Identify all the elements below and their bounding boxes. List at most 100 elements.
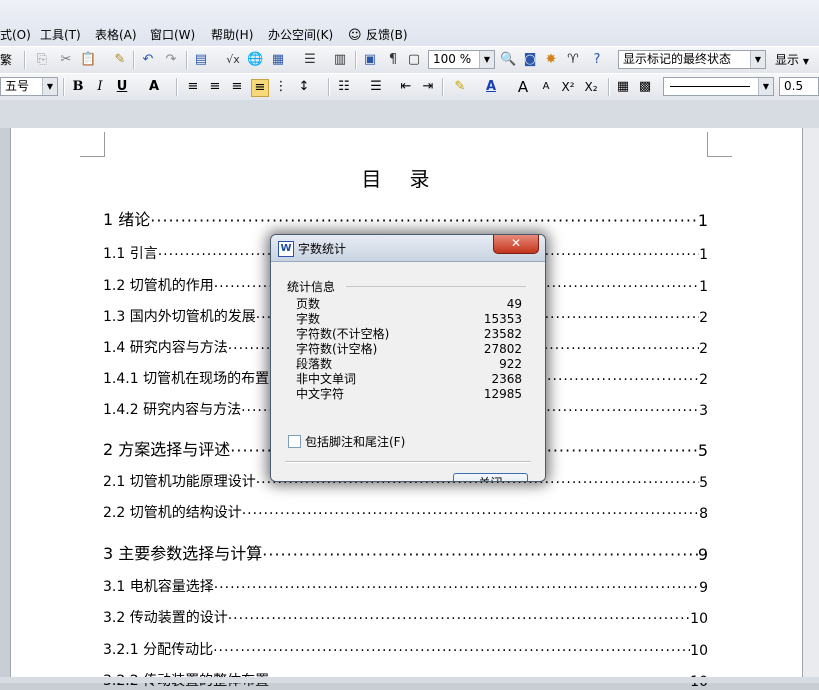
stat-row: 字符数(计空格) 27802	[296, 342, 522, 357]
stat-value: 922	[499, 357, 522, 371]
justify-icon[interactable]: ≡	[251, 79, 269, 97]
align-right-icon[interactable]: ≡	[229, 79, 245, 95]
toc-entry[interactable]: 2.2 切管机的结构设计 8	[103, 502, 708, 522]
stat-value: 2368	[491, 372, 522, 386]
include-footnotes-checkbox[interactable]	[288, 435, 301, 448]
stat-value: 23582	[483, 327, 522, 341]
show-menu-label: 显示	[775, 53, 800, 67]
toc-entry-page: 10	[690, 611, 708, 627]
toc-leader-dots	[214, 580, 699, 596]
template-icon[interactable]: ♈	[565, 52, 581, 68]
markup-view-select[interactable]: 显示标记的最终状态 ▼	[618, 50, 766, 69]
toc-entry[interactable]: 1 绪论 1	[103, 206, 708, 230]
show-marks-icon[interactable]: ¶	[385, 52, 401, 68]
chart-icon[interactable]: ▥	[332, 52, 348, 68]
paste-icon[interactable]: 📋	[80, 52, 96, 68]
chevron-down-icon[interactable]: ▼	[42, 78, 57, 95]
align-left-icon[interactable]: ≡	[185, 79, 201, 95]
chevron-down-icon[interactable]: ▼	[479, 51, 494, 68]
help-book-icon[interactable]: ◙	[522, 52, 538, 68]
toolbar-separator	[176, 78, 178, 96]
numbered-list-icon[interactable]: ☷	[336, 79, 352, 95]
dialog-title-bar[interactable]: W 字数统计 ✕	[271, 235, 545, 262]
show-menu-button[interactable]: 显示 ▼	[775, 51, 809, 69]
standard-toolbar: 繁 ⎘ ✂ 📋 ✎ ↶ ↷ ▤ √x 🌐 ▦ ☰ ▥ ▣ ¶ ▢ 100 % ▼…	[0, 46, 819, 75]
toc-entry[interactable]: 3 主要参数选择与计算 9	[103, 540, 708, 564]
dialog-body: 统计信息 页数 49 字数 15353 字符数(不计空格) 23582 字符数(计空格) 27…	[271, 262, 545, 481]
toolbar-separator	[328, 78, 330, 96]
menu-office-space[interactable]: 办公空间(K)	[268, 26, 333, 44]
formula-icon[interactable]: √x	[225, 52, 241, 68]
menu-feedback[interactable]: ☺ 反馈(B)	[348, 26, 408, 44]
borders-icon[interactable]: ▦	[615, 79, 631, 95]
toolbar-stub-label[interactable]: 繁	[0, 51, 12, 69]
stat-value: 49	[506, 297, 522, 311]
toc-entry-label: 1.4 研究内容与方法	[103, 340, 228, 356]
italic-icon[interactable]: I	[92, 79, 108, 95]
toc-entry[interactable]: 3.2 传动装置的设计 10	[103, 607, 708, 627]
align-center-icon[interactable]: ≡	[207, 79, 223, 95]
include-footnotes-label[interactable]: 包括脚注和尾注(F)	[305, 433, 405, 450]
columns-icon[interactable]: ☰	[302, 52, 318, 68]
subscript-icon[interactable]: X₂	[583, 79, 599, 95]
stat-value: 27802	[483, 342, 522, 356]
line-spacing-icon[interactable]: ↕	[296, 79, 312, 95]
hyperlink-icon[interactable]: 🌐	[247, 52, 263, 68]
menu-format[interactable]: 式(O)	[0, 26, 31, 44]
menu-window[interactable]: 窗口(W)	[150, 26, 195, 44]
menu-help[interactable]: 帮助(H)	[211, 26, 253, 44]
copy-icon[interactable]: ⎘	[34, 52, 50, 68]
toc-entry-label: 1.1 引言	[103, 246, 158, 262]
toc-entry-page: 2	[699, 372, 708, 388]
close-button[interactable]: 关闭	[453, 473, 528, 481]
bold-icon[interactable]: B	[70, 79, 86, 95]
text-box-icon[interactable]: ▢	[406, 52, 422, 68]
toolbar-separator	[608, 78, 610, 96]
find-icon[interactable]: 🔍	[500, 52, 516, 68]
stat-row: 非中文单词 2368	[296, 372, 522, 387]
line-style-select[interactable]: ▼	[663, 77, 774, 96]
vertical-scrollbar[interactable]	[803, 128, 819, 677]
font-color-icon[interactable]: A	[483, 79, 499, 95]
zoom-select[interactable]: 100 % ▼	[428, 50, 495, 69]
dialog-close-icon[interactable]: ✕	[493, 235, 539, 254]
highlight-icon[interactable]: ✎	[452, 79, 468, 95]
document-map-icon[interactable]: ▣	[362, 52, 378, 68]
distributed-align-icon[interactable]: ⋮	[273, 79, 289, 95]
menu-table[interactable]: 表格(A)	[95, 26, 137, 44]
toc-entry-page: 2	[699, 310, 708, 326]
bulleted-list-icon[interactable]: ☰	[368, 79, 384, 95]
chevron-down-icon[interactable]: ▼	[750, 51, 765, 68]
page-corner-mark	[707, 132, 732, 157]
toc-entry[interactable]: 3.2.1 分配传动比 10	[103, 639, 708, 659]
dialog-divider	[285, 461, 531, 463]
cut-icon[interactable]: ✂	[58, 52, 74, 68]
font-size-select[interactable]: 五号 ▼	[0, 77, 58, 96]
table-icon[interactable]: ▦	[270, 52, 286, 68]
shrink-font-icon[interactable]: A	[538, 79, 554, 95]
toc-entry-page: 1	[697, 211, 708, 230]
toc-entry-page: 8	[699, 506, 708, 522]
underline-icon[interactable]: U	[114, 79, 130, 95]
decrease-indent-icon[interactable]: ⇤	[398, 79, 414, 95]
grow-font-icon[interactable]: A	[515, 79, 531, 95]
help-icon[interactable]: ?	[589, 52, 605, 68]
redo-icon[interactable]: ↷	[163, 52, 179, 68]
toc-entry-label: 3.1 电机容量选择	[103, 579, 214, 595]
line-width-select[interactable]: 0.5	[779, 77, 819, 96]
wps-writer-icon: W	[278, 241, 294, 257]
undo-icon[interactable]: ↶	[140, 52, 156, 68]
shading-icon[interactable]: ▩	[637, 79, 653, 95]
format-painter-icon[interactable]: ✎	[112, 52, 128, 68]
stat-label: 字符数(计空格)	[296, 342, 378, 356]
toolbar-separator	[442, 78, 444, 96]
increase-indent-icon[interactable]: ⇥	[420, 79, 436, 95]
menu-tools[interactable]: 工具(T)	[40, 26, 81, 44]
font-effects-icon[interactable]: A	[146, 79, 162, 95]
insert-table-icon[interactable]: ▤	[193, 52, 209, 68]
office-space-icon[interactable]: ✸	[543, 52, 559, 68]
toc-entry[interactable]: 3.1 电机容量选择 9	[103, 576, 708, 596]
superscript-icon[interactable]: X²	[560, 79, 576, 95]
stat-label: 页数	[296, 297, 321, 311]
chevron-down-icon[interactable]: ▼	[758, 78, 773, 95]
